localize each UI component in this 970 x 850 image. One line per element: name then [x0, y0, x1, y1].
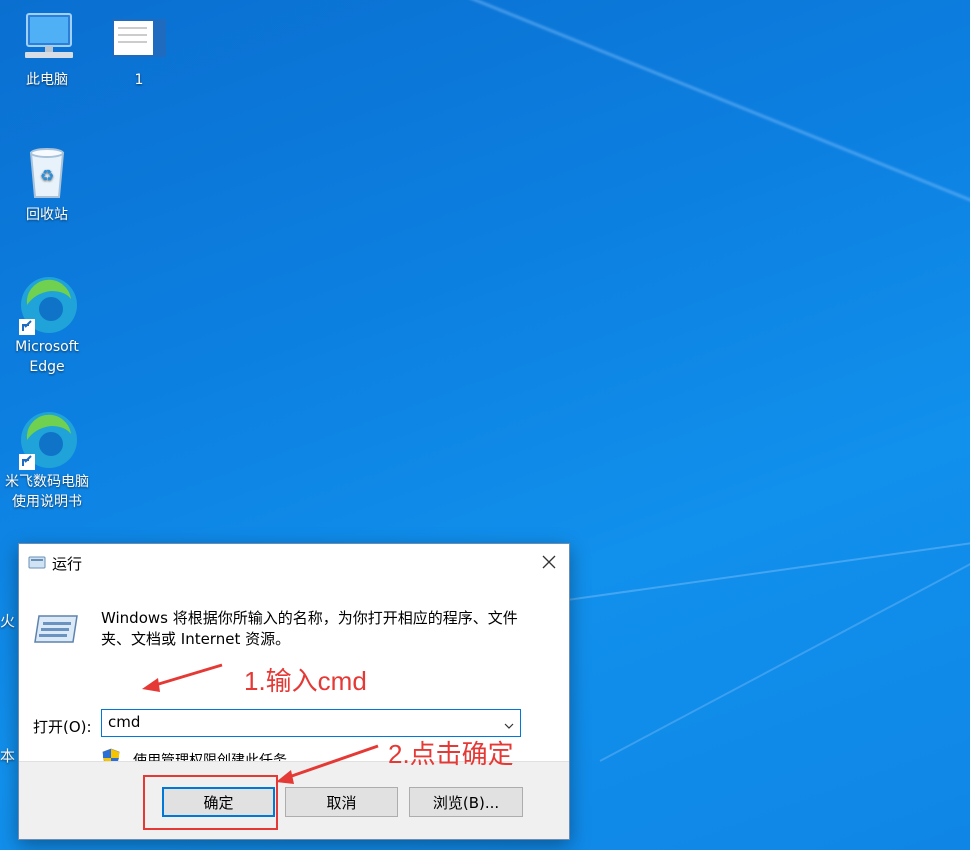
annotation-arrows: [142, 663, 379, 784]
arrow-to-input: [142, 663, 223, 692]
arrow-to-ok-button: [276, 744, 379, 784]
